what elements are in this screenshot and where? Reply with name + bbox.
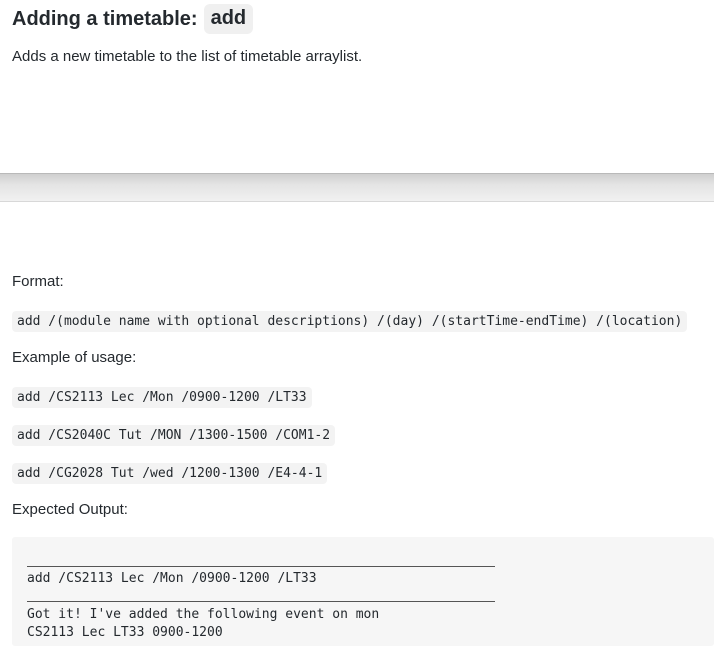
- output-line-1: add /CS2113 Lec /Mon /0900-1200 /LT33: [27, 571, 317, 586]
- output-line-2: Got it! I've added the following event o…: [27, 607, 380, 622]
- output-separator-line: [27, 566, 495, 567]
- format-syntax-code: add /(module name with optional descript…: [12, 311, 688, 332]
- docs-page: Adding a timetable: add Adds a new timet…: [0, 0, 714, 646]
- examples-label: Example of usage:: [12, 349, 137, 366]
- section-description: Adds a new timetable to the list of time…: [12, 48, 363, 65]
- output-label: Expected Output:: [12, 501, 128, 518]
- page-divider: [0, 173, 714, 202]
- example-code-2: add /CS2040C Tut /MON /1300-1500 /COM1-2: [12, 425, 336, 446]
- example-code-1: add /CS2113 Lec /Mon /0900-1200 /LT33: [12, 387, 312, 408]
- output-line-3: CS2113 Lec LT33 0900-1200: [27, 625, 223, 640]
- output-separator-line: [27, 601, 495, 602]
- section-heading: Adding a timetable: add: [12, 4, 254, 34]
- command-chip: add: [203, 4, 254, 34]
- section-title: Adding a timetable:: [12, 7, 198, 30]
- format-label: Format:: [12, 273, 64, 290]
- example-code-3: add /CG2028 Tut /wed /1200-1300 /E4-4-1: [12, 463, 328, 484]
- expected-output-block: add /CS2113 Lec /Mon /0900-1200 /LT33 Go…: [12, 537, 714, 646]
